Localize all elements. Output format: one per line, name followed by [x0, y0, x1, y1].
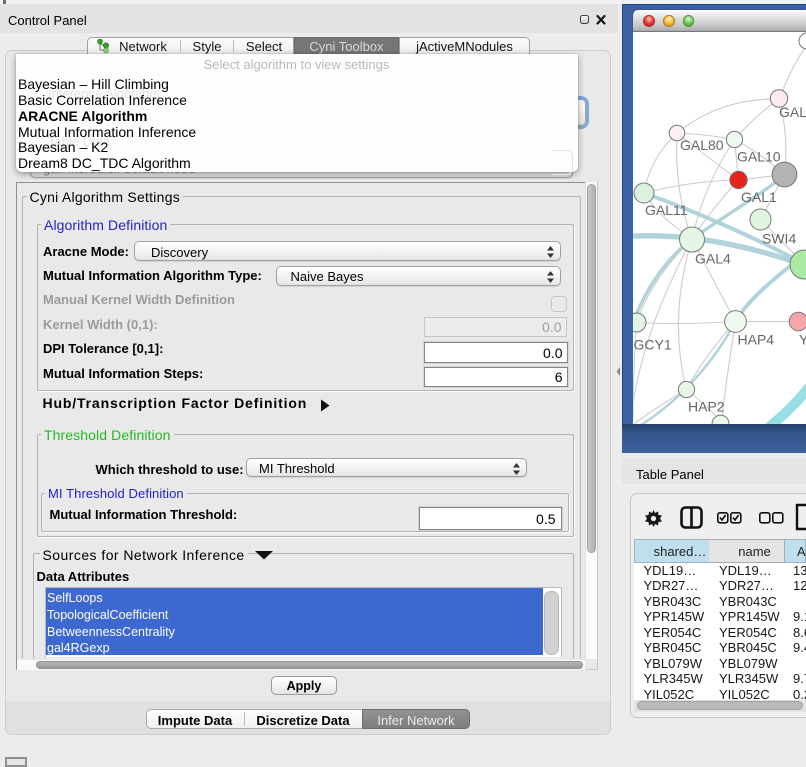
svg-text:GAL7: GAL7 [779, 104, 806, 120]
svg-text:GAL4: GAL4 [695, 251, 731, 267]
svg-text:SWI4: SWI4 [762, 231, 796, 247]
svg-text:GAL11: GAL11 [645, 202, 688, 218]
svg-text:GCY1: GCY1 [634, 337, 672, 353]
svg-text:HAP4: HAP4 [738, 332, 775, 348]
svg-text:GAL80: GAL80 [680, 137, 724, 153]
svg-text:GAL1: GAL1 [741, 189, 777, 205]
svg-text:GAL10: GAL10 [737, 149, 781, 165]
svg-text:HAP2: HAP2 [688, 399, 725, 415]
svg-text:Y: Y [799, 332, 806, 348]
